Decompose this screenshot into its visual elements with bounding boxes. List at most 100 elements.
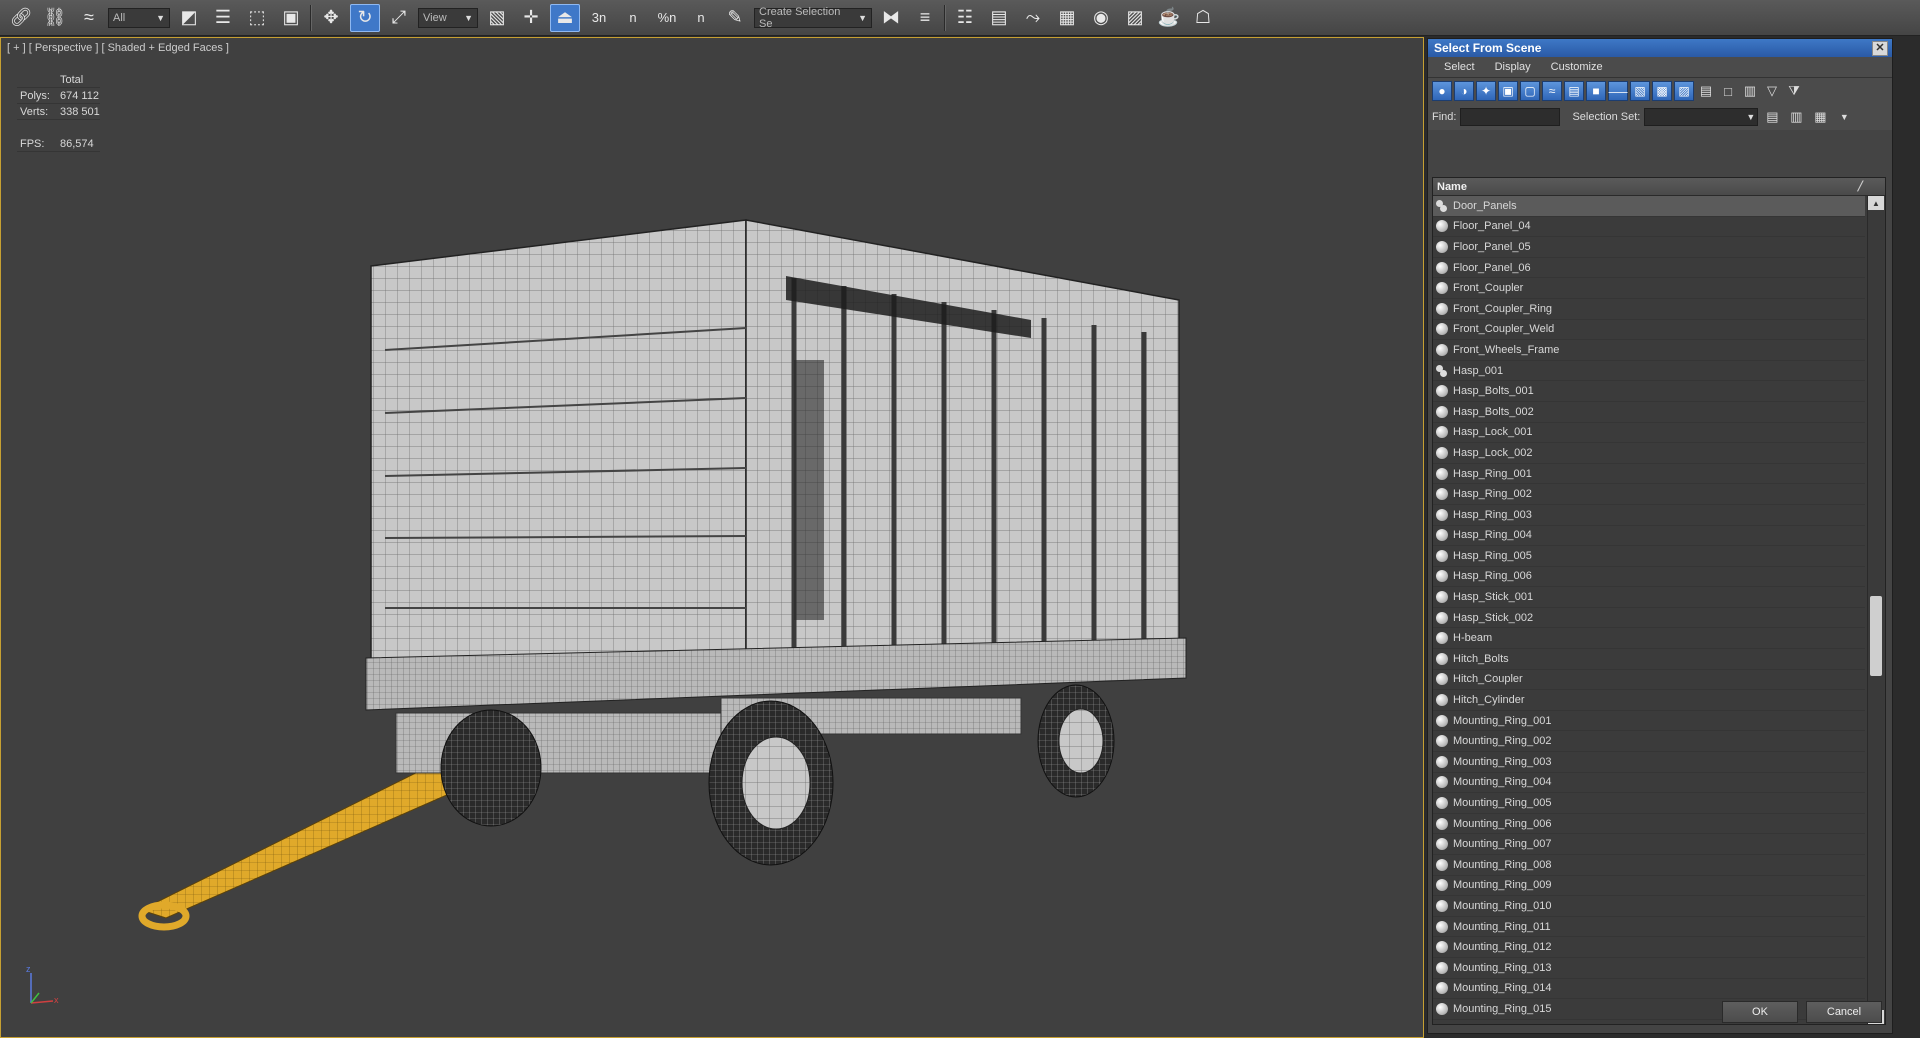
window-crossing-icon[interactable]: ▣ [276,4,306,32]
display-geometry-icon[interactable]: ● [1432,81,1452,101]
menu-customize[interactable]: Customize [1551,61,1603,73]
graphite-ribbon-icon[interactable]: ▤ [984,4,1014,32]
edit-named-selection-icon[interactable]: ✎ [720,4,750,32]
select-object-icon[interactable]: ◩ [174,4,204,32]
selection-filter-dropdown[interactable]: All ▼ [108,7,170,28]
rectangular-selection-icon[interactable]: ⬚ [242,4,272,32]
display-all-icon[interactable]: ▤ [1696,81,1716,101]
display-cameras-icon[interactable]: ▣ [1498,81,1518,101]
list-item[interactable]: Mounting_Ring_001 [1433,711,1865,732]
list-item[interactable]: Hasp_Bolts_001 [1433,381,1865,402]
find-input[interactable] [1460,108,1561,126]
list-item[interactable]: Mounting_Ring_010 [1433,896,1865,917]
add-to-selection-set-icon[interactable]: ▥ [1786,107,1806,127]
list-item[interactable]: Mounting_Ring_003 [1433,752,1865,773]
list-item[interactable]: H-beam [1433,628,1865,650]
cancel-button[interactable]: Cancel [1806,1001,1882,1023]
list-item[interactable]: Front_Coupler_Weld [1433,320,1865,341]
list-item[interactable]: Front_Wheels_Frame [1433,340,1865,361]
display-spacewarps-icon[interactable]: ≈ [1542,81,1562,101]
unlink-icon[interactable]: ⛓︎ [40,4,70,32]
display-lights-icon[interactable]: ✦ [1476,81,1496,101]
list-item[interactable]: Front_Coupler [1433,278,1865,299]
display-containers-icon[interactable]: ▧ [1630,81,1650,101]
ok-button[interactable]: OK [1722,1001,1798,1023]
list-item[interactable]: Front_Coupler_Ring [1433,299,1865,320]
list-item[interactable]: Hasp_Bolts_002 [1433,402,1865,423]
list-item[interactable]: Hasp_Ring_001 [1433,464,1865,485]
link-icon[interactable]: 🔗︎ [6,4,36,32]
display-groups-icon[interactable]: ▤ [1564,81,1584,101]
list-item[interactable]: Mounting_Ring_014 [1433,979,1865,1000]
list-item[interactable]: Hitch_Bolts [1433,649,1865,670]
display-xrefs-icon[interactable]: ■ [1586,81,1606,101]
remove-from-selection-set-icon[interactable]: ▦ [1810,107,1830,127]
list-item[interactable]: Mounting_Ring_016 [1433,1020,1865,1024]
list-item[interactable]: Mounting_Ring_012 [1433,937,1865,958]
display-invert-icon[interactable]: ▥ [1740,81,1760,101]
layer-manager-icon[interactable]: ☷ [950,4,980,32]
dialog-titlebar[interactable]: Select From Scene ✕ [1428,39,1892,57]
list-item[interactable]: Hasp_Ring_004 [1433,526,1865,547]
menu-select[interactable]: Select [1444,61,1475,73]
rendered-frame-window-icon[interactable]: ☕ [1154,4,1184,32]
spinner-snap-icon[interactable]: n [686,4,716,32]
select-manipulate-icon[interactable]: ✛ [516,4,546,32]
schematic-view-icon[interactable]: ▦ [1052,4,1082,32]
curve-editor-icon[interactable]: ⤳ [1018,4,1048,32]
align-icon[interactable]: ≡ [910,4,940,32]
display-helpers-icon[interactable]: ▢ [1520,81,1540,101]
list-item[interactable]: Door_Panels [1433,196,1865,217]
list-item[interactable]: Hasp_Ring_005 [1433,546,1865,567]
list-item[interactable]: Floor_Panel_05 [1433,237,1865,258]
perspective-viewport[interactable]: [ + ] [ Perspective ] [ Shaded + Edged F… [0,37,1424,1038]
create-selection-set-icon[interactable]: ▤ [1762,107,1782,127]
list-item[interactable]: Hasp_Ring_002 [1433,484,1865,505]
list-item[interactable]: Mounting_Ring_006 [1433,814,1865,835]
list-item[interactable]: Hasp_Lock_001 [1433,423,1865,444]
snaps-toggle-icon[interactable]: 3n [584,4,614,32]
select-by-name-icon[interactable]: ☰ [208,4,238,32]
percent-snap-icon[interactable]: %n [652,4,682,32]
column-header-name[interactable]: Name ╱ [1433,178,1885,196]
close-icon[interactable]: ✕ [1872,40,1888,56]
render-setup-icon[interactable]: ▨ [1120,4,1150,32]
list-item[interactable]: Mounting_Ring_011 [1433,917,1865,938]
display-shapes-icon[interactable]: ◑ [1454,81,1474,101]
angle-snap-icon[interactable]: n [618,4,648,32]
selection-set-dropdown[interactable]: ▼ [1644,108,1759,126]
menu-display[interactable]: Display [1495,61,1531,73]
display-none-icon[interactable]: □ [1718,81,1738,101]
list-item[interactable]: Hitch_Cylinder [1433,690,1865,711]
list-item[interactable]: Mounting_Ring_015 [1433,999,1865,1020]
list-item[interactable]: Hasp_Stick_002 [1433,608,1865,629]
list-item[interactable]: Mounting_Ring_004 [1433,773,1865,794]
reference-coordinate-dropdown[interactable]: View ▼ [418,7,478,28]
list-item[interactable]: Hasp_Stick_001 [1433,587,1865,608]
display-bones-icon[interactable]: ⸺ [1608,81,1628,101]
list-item[interactable]: Hitch_Coupler [1433,670,1865,691]
more-options-icon[interactable]: ▼ [1834,107,1854,127]
material-editor-icon[interactable]: ◉ [1086,4,1116,32]
mirror-icon[interactable]: ⧓ [876,4,906,32]
scroll-up-icon[interactable]: ▲ [1868,196,1884,210]
list-item[interactable]: Floor_Panel_06 [1433,258,1865,279]
move-icon[interactable]: ✥ [316,4,346,32]
keyboard-shortcut-override-icon[interactable]: ⏏ [550,3,580,32]
bind-space-warp-icon[interactable]: ≈ [74,4,104,32]
display-frozen-icon[interactable]: ▩ [1652,81,1672,101]
list-item[interactable]: Hasp_Ring_003 [1433,505,1865,526]
named-selection-set-dropdown[interactable]: Create Selection Se ▼ [754,6,872,30]
scrollbar-thumb[interactable] [1870,596,1882,676]
list-item[interactable]: Hasp_Lock_002 [1433,443,1865,464]
pivot-center-icon[interactable]: ▧ [482,4,512,32]
list-item[interactable]: Mounting_Ring_013 [1433,958,1865,979]
list-scrollbar[interactable]: ▲ ▼ [1867,196,1884,1024]
filter-options-icon[interactable]: ⧩ [1784,81,1804,101]
viewport-label[interactable]: [ + ] [ Perspective ] [ Shaded + Edged F… [7,42,229,54]
list-item[interactable]: Floor_Panel_04 [1433,217,1865,238]
filter-icon[interactable]: ▽ [1762,81,1782,101]
rotate-icon[interactable]: ↻ [350,3,380,32]
scale-icon[interactable]: ⤢ [384,4,414,32]
render-production-icon[interactable]: ☖ [1188,4,1218,32]
